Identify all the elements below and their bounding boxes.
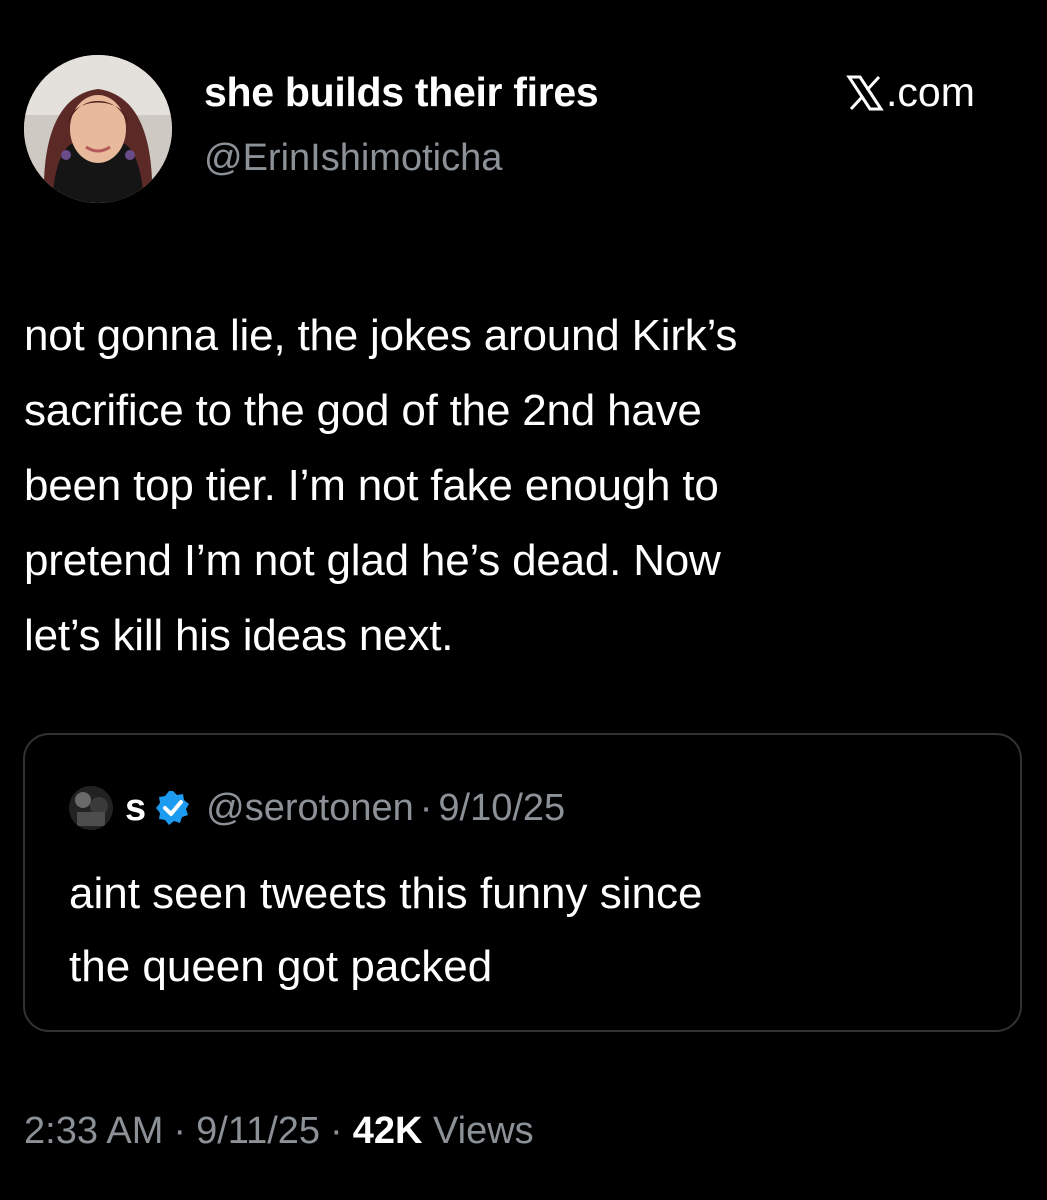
quoted-author-avatar[interactable] bbox=[69, 786, 113, 830]
quoted-tweet-header: s @serotonen · 9/10/25 bbox=[69, 783, 565, 833]
tweet-line: pretend I’m not glad he’s dead. Now bbox=[24, 536, 721, 585]
quoted-author-handle[interactable]: @serotonen bbox=[206, 787, 414, 830]
tweet-line: been top tier. I’m not fake enough to bbox=[24, 461, 719, 510]
quoted-tweet-date[interactable]: 9/10/25 bbox=[438, 787, 565, 830]
tweet-header: she builds their fires @ErinIshimoticha … bbox=[24, 55, 1024, 205]
separator-dot: · bbox=[330, 1110, 343, 1152]
tweet-time[interactable]: 2:33 AM bbox=[24, 1110, 163, 1152]
verified-badge-icon bbox=[154, 789, 192, 827]
tweet-date[interactable]: 9/11/25 bbox=[196, 1110, 320, 1152]
views-count: 42K bbox=[352, 1110, 423, 1152]
x-brand: .com bbox=[846, 69, 975, 116]
tweet-line: sacrifice to the god of the 2nd have bbox=[24, 386, 702, 435]
quoted-tweet-line: aint seen tweets this funny since bbox=[69, 869, 703, 918]
quoted-tweet-card[interactable]: s @serotonen · 9/10/25 aint seen tweets … bbox=[23, 733, 1022, 1032]
tweet-line: let’s kill his ideas next. bbox=[24, 611, 454, 660]
tweet-meta: 2:33 AM · 9/11/25 · 42K Views bbox=[24, 1110, 534, 1153]
quoted-tweet-line: the queen got packed bbox=[69, 942, 493, 991]
tweet-line: not gonna lie, the jokes around Kirk’s bbox=[24, 311, 738, 360]
quoted-author-name[interactable]: s bbox=[125, 787, 146, 830]
views-label: Views bbox=[432, 1110, 534, 1152]
brand-domain: .com bbox=[886, 69, 975, 115]
separator-dot: · bbox=[173, 1110, 187, 1152]
separator-dot: · bbox=[419, 786, 433, 829]
x-logo-icon bbox=[846, 74, 884, 112]
author-name[interactable]: she builds their fires bbox=[204, 69, 599, 116]
author-avatar[interactable] bbox=[24, 55, 172, 203]
author-handle[interactable]: @ErinIshimoticha bbox=[204, 137, 502, 180]
tweet-text: not gonna lie, the jokes around Kirk’s s… bbox=[24, 298, 984, 673]
quoted-tweet-text: aint seen tweets this funny since the qu… bbox=[69, 857, 702, 1003]
